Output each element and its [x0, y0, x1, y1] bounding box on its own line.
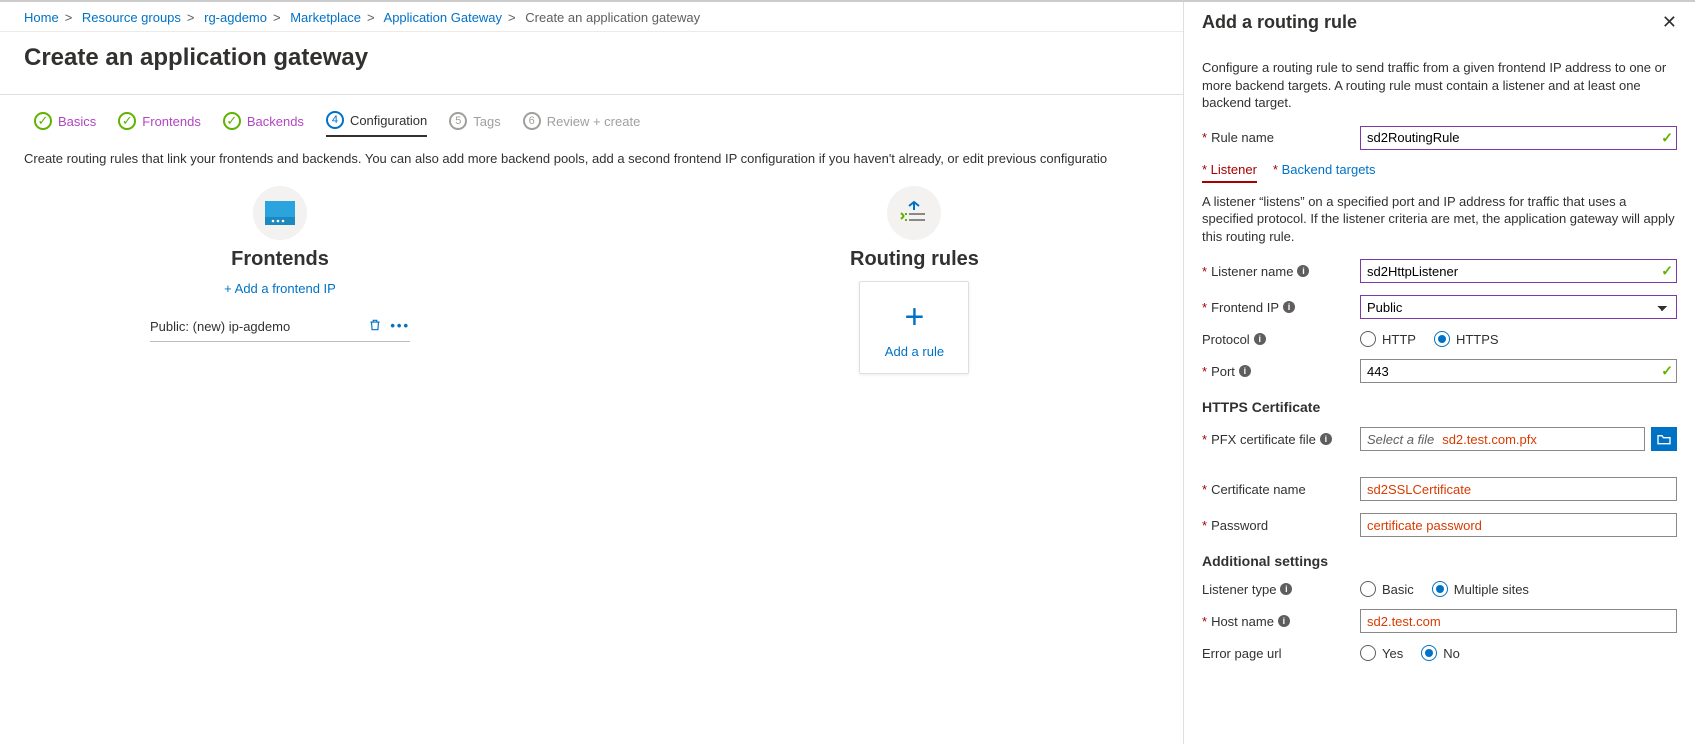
routing-rules-icon	[887, 186, 941, 240]
panel-title: Add a routing rule	[1202, 12, 1357, 33]
info-icon: i	[1239, 365, 1251, 377]
wizard-tabs: Basics Frontends Backends 4 Configuratio…	[0, 95, 1183, 137]
info-icon: i	[1320, 433, 1332, 445]
pfx-file-box[interactable]: Select a file sd2.test.com.pfx	[1360, 427, 1645, 451]
host-name-input[interactable]	[1360, 609, 1677, 633]
config-columns: Frontends + Add a frontend IP Public: (n…	[0, 172, 1183, 374]
listener-type-basic-radio[interactable]: Basic	[1360, 581, 1414, 597]
valid-icon: ✓	[1661, 129, 1673, 146]
subtab-backend-targets[interactable]: * Backend targets	[1273, 162, 1376, 183]
add-rule-label: Add a rule	[868, 344, 960, 359]
routing-rules-title: Routing rules	[850, 248, 979, 271]
tab-review[interactable]: 6 Review + create	[523, 111, 641, 137]
routing-rules-column: Routing rules + Add a rule	[850, 186, 979, 374]
valid-icon: ✓	[1661, 263, 1673, 280]
frontend-ip-select[interactable]: Public	[1360, 295, 1677, 319]
breadcrumb-marketplace[interactable]: Marketplace	[290, 10, 361, 25]
more-icon[interactable]: •••	[390, 318, 410, 335]
pfx-file-label: PFX certificate file	[1211, 432, 1316, 447]
tab-tags[interactable]: 5 Tags	[449, 111, 500, 137]
tab-description: Create routing rules that link your fron…	[0, 137, 1183, 172]
delete-icon[interactable]	[368, 318, 382, 335]
valid-icon: ✓	[1661, 363, 1673, 380]
pfx-filename: sd2.test.com.pfx	[1442, 432, 1537, 447]
info-icon: i	[1254, 333, 1266, 345]
error-url-yes-radio[interactable]: Yes	[1360, 645, 1403, 661]
frontends-title: Frontends	[231, 248, 329, 271]
check-icon	[223, 112, 241, 130]
breadcrumb-current: Create an application gateway	[525, 10, 700, 25]
add-frontend-ip-link[interactable]: + Add a frontend IP	[224, 281, 336, 296]
close-icon[interactable]: ✕	[1662, 12, 1677, 33]
protocol-label: Protocol	[1202, 332, 1250, 347]
listener-type-multiple-radio[interactable]: Multiple sites	[1432, 581, 1529, 597]
main-pane: Home> Resource groups> rg-agdemo> Market…	[0, 2, 1183, 744]
frontend-ip-row: Public: (new) ip-agdemo •••	[150, 312, 410, 342]
port-input[interactable]	[1360, 359, 1677, 383]
listener-type-label: Listener type	[1202, 582, 1276, 597]
tab-basics[interactable]: Basics	[34, 111, 96, 137]
step-number-icon: 5	[449, 112, 467, 130]
check-icon	[34, 112, 52, 130]
browse-file-button[interactable]	[1651, 427, 1677, 451]
frontends-icon	[253, 186, 307, 240]
breadcrumb: Home> Resource groups> rg-agdemo> Market…	[0, 2, 1183, 32]
info-icon: i	[1278, 615, 1290, 627]
listener-name-input[interactable]	[1360, 259, 1677, 283]
plus-icon: +	[868, 300, 960, 334]
password-input[interactable]	[1360, 513, 1677, 537]
breadcrumb-rg[interactable]: Resource groups	[82, 10, 181, 25]
breadcrumb-home[interactable]: Home	[24, 10, 59, 25]
breadcrumb-appgw[interactable]: Application Gateway	[384, 10, 503, 25]
tab-frontends[interactable]: Frontends	[118, 111, 201, 137]
tab-configuration[interactable]: 4 Configuration	[326, 111, 427, 137]
panel-subtabs: * Listener * Backend targets	[1202, 162, 1677, 183]
add-routing-rule-panel: Add a routing rule ✕ Configure a routing…	[1183, 2, 1695, 744]
step-number-icon: 4	[326, 111, 344, 129]
password-label: Password	[1211, 518, 1268, 533]
rule-name-input[interactable]	[1360, 126, 1677, 150]
step-number-icon: 6	[523, 112, 541, 130]
frontends-column: Frontends + Add a frontend IP Public: (n…	[150, 186, 410, 374]
add-rule-card[interactable]: + Add a rule	[859, 281, 969, 374]
info-icon: i	[1283, 301, 1295, 313]
frontend-ip-label: Public: (new) ip-agdemo	[150, 319, 290, 334]
https-cert-heading: HTTPS Certificate	[1202, 399, 1677, 415]
info-icon: i	[1280, 583, 1292, 595]
additional-settings-heading: Additional settings	[1202, 553, 1677, 569]
port-label: Port	[1211, 364, 1235, 379]
page-title: Create an application gateway	[0, 32, 1183, 95]
panel-intro: Configure a routing rule to send traffic…	[1202, 59, 1677, 112]
rule-name-label: Rule name	[1211, 130, 1274, 145]
check-icon	[118, 112, 136, 130]
subtab-listener[interactable]: * Listener	[1202, 162, 1257, 183]
cert-name-label: Certificate name	[1211, 482, 1306, 497]
info-icon: i	[1297, 265, 1309, 277]
protocol-https-radio[interactable]: HTTPS	[1434, 331, 1499, 347]
app-root: Home> Resource groups> rg-agdemo> Market…	[0, 0, 1695, 744]
host-name-label: Host name	[1211, 614, 1274, 629]
cert-name-input[interactable]	[1360, 477, 1677, 501]
frontend-ip-label: Frontend IP	[1211, 300, 1279, 315]
pfx-placeholder: Select a file	[1367, 432, 1434, 447]
breadcrumb-rgname[interactable]: rg-agdemo	[204, 10, 267, 25]
tab-backends[interactable]: Backends	[223, 111, 304, 137]
protocol-http-radio[interactable]: HTTP	[1360, 331, 1416, 347]
error-page-url-label: Error page url	[1202, 646, 1281, 661]
error-url-no-radio[interactable]: No	[1421, 645, 1460, 661]
listener-intro: A listener “listens” on a specified port…	[1202, 193, 1677, 246]
listener-name-label: Listener name	[1211, 264, 1293, 279]
